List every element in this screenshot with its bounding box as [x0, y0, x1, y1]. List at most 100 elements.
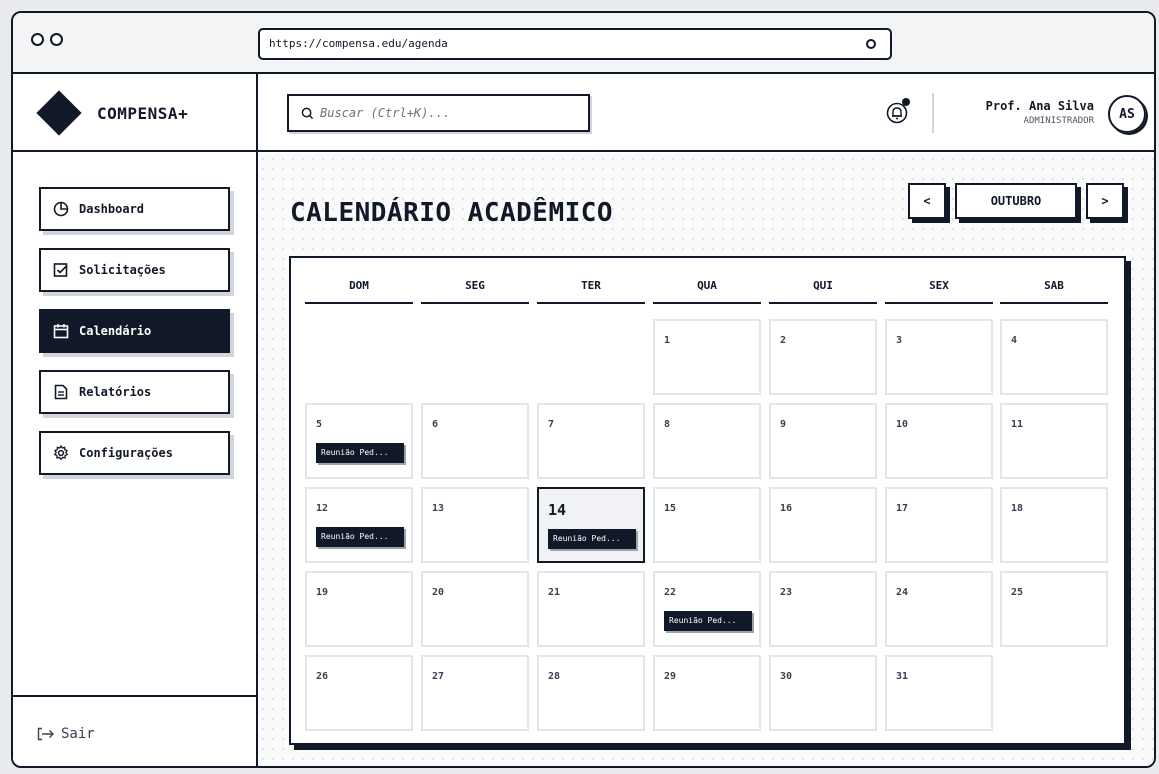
day-cell[interactable]: 23	[769, 571, 877, 647]
day-cell[interactable]: 21	[537, 571, 645, 647]
day-cell[interactable]: 14 Reunião Ped...	[537, 487, 645, 563]
day-number: 5	[316, 419, 323, 430]
pie-chart-icon	[53, 201, 69, 217]
day-number: 31	[896, 671, 909, 682]
day-cell[interactable]: 18	[1000, 487, 1108, 563]
day-number: 8	[664, 419, 671, 430]
day-cell[interactable]: 22 Reunião Ped...	[653, 571, 761, 647]
day-cell[interactable]: 9	[769, 403, 877, 479]
brand-logo[interactable]: COMPENSA+	[13, 76, 256, 152]
day-number: 1	[664, 335, 671, 346]
day-cell[interactable]: 29	[653, 655, 761, 731]
sidebar-item-calendario[interactable]: Calendário	[39, 309, 230, 353]
day-number: 25	[1011, 587, 1024, 598]
url-text: https://compensa.edu/agenda	[269, 37, 448, 50]
sidebar-item-label: Dashboard	[79, 202, 145, 216]
weekday-header: SAB	[1000, 272, 1108, 304]
day-number: 21	[548, 587, 561, 598]
calendar-icon	[53, 324, 69, 339]
day-cell[interactable]: 19	[305, 571, 413, 647]
day-cell[interactable]: 13	[421, 487, 529, 563]
day-number: 2	[780, 335, 787, 346]
day-number: 14	[548, 501, 567, 519]
day-cell[interactable]: 24	[885, 571, 993, 647]
event-chip[interactable]: Reunião Ped...	[664, 611, 752, 631]
day-cell[interactable]: 30	[769, 655, 877, 731]
day-cell[interactable]: 26	[305, 655, 413, 731]
day-number: 27	[432, 671, 445, 682]
day-cell[interactable]: 25	[1000, 571, 1108, 647]
address-bar[interactable]: https://compensa.edu/agenda	[258, 28, 892, 60]
day-cell[interactable]: 2	[769, 319, 877, 395]
sidebar-item-label: Solicitações	[79, 263, 166, 277]
day-cell[interactable]: 1	[653, 319, 761, 395]
page-title: CALENDÁRIO ACADÊMICO	[290, 198, 614, 228]
avatar[interactable]: AS	[1108, 95, 1146, 133]
day-number: 18	[1011, 503, 1024, 514]
gear-icon	[53, 445, 69, 461]
day-cell[interactable]: 7	[537, 403, 645, 479]
day-cell[interactable]: 3	[885, 319, 993, 395]
day-cell[interactable]: 20	[421, 571, 529, 647]
empty-day-cell	[421, 319, 529, 395]
day-number: 17	[896, 503, 909, 514]
month-selector[interactable]: OUTUBRO	[955, 183, 1077, 219]
sidebar-item-configuracoes[interactable]: Configurações	[39, 431, 230, 475]
weekday-header: TER	[537, 272, 645, 304]
day-number: 16	[780, 503, 793, 514]
weekday-header: SEG	[421, 272, 529, 304]
day-number: 7	[548, 419, 555, 430]
event-chip[interactable]: Reunião Ped...	[316, 527, 404, 547]
sidebar-item-relatorios[interactable]: Relatórios	[39, 370, 230, 414]
header-divider	[932, 93, 934, 133]
empty-day-cell	[1000, 655, 1108, 731]
checkbox-icon	[53, 263, 68, 277]
reload-icon[interactable]	[866, 39, 876, 49]
day-number: 3	[896, 335, 903, 346]
main-content: CALENDÁRIO ACADÊMICO < OUTUBRO > DOM SEG T…	[258, 154, 1154, 766]
day-cell[interactable]: 12 Reunião Ped...	[305, 487, 413, 563]
day-number: 4	[1011, 335, 1018, 346]
empty-day-cell	[537, 319, 645, 395]
day-cell[interactable]: 31	[885, 655, 993, 731]
search-input[interactable]: Buscar (Ctrl+K)...	[287, 94, 590, 132]
day-number: 29	[664, 671, 677, 682]
day-cell[interactable]: 27	[421, 655, 529, 731]
day-cell[interactable]: 15	[653, 487, 761, 563]
day-cell[interactable]: 5 Reunião Ped...	[305, 403, 413, 479]
sidebar-item-solicitacoes[interactable]: Solicitações	[39, 248, 230, 292]
search-placeholder: Buscar (Ctrl+K)...	[320, 106, 451, 120]
day-number: 28	[548, 671, 561, 682]
day-cell[interactable]: 4	[1000, 319, 1108, 395]
window-controls	[31, 33, 63, 46]
sidebar: Dashboard Solicitações Calendário Relató…	[13, 154, 256, 766]
user-name: Prof. Ana Silva	[985, 99, 1094, 113]
notification-badge	[902, 98, 910, 106]
document-icon	[54, 384, 68, 400]
day-cell[interactable]: 6	[421, 403, 529, 479]
window-close-dot[interactable]	[31, 33, 44, 46]
weekday-header: DOM	[305, 272, 413, 304]
logout-label: Sair	[61, 725, 95, 742]
day-cell[interactable]: 8	[653, 403, 761, 479]
event-chip[interactable]: Reunião Ped...	[316, 443, 404, 463]
day-cell[interactable]: 17	[885, 487, 993, 563]
sidebar-item-label: Relatórios	[79, 385, 152, 399]
day-cell[interactable]: 10	[885, 403, 993, 479]
day-cell[interactable]: 16	[769, 487, 877, 563]
window-minimize-dot[interactable]	[50, 33, 63, 46]
logout-button[interactable]: Sair	[13, 695, 256, 766]
day-number: 23	[780, 587, 793, 598]
event-chip[interactable]: Reunião Ped...	[548, 529, 636, 549]
day-cell[interactable]: 11	[1000, 403, 1108, 479]
prev-month-button[interactable]: <	[908, 183, 946, 219]
diamond-logo-icon	[36, 90, 82, 136]
day-number: 9	[780, 419, 787, 430]
calendar-grid: DOM SEG TER QUA QUI SEX SAB 1 2 3 4 5 Reunião Ped...…	[289, 256, 1126, 745]
next-month-button[interactable]: >	[1086, 183, 1124, 219]
weekday-header: SEX	[885, 272, 993, 304]
app-window: https://compensa.edu/agenda COMPENSA+ Bu…	[11, 11, 1156, 768]
day-cell[interactable]: 28	[537, 655, 645, 731]
sidebar-item-dashboard[interactable]: Dashboard	[39, 187, 230, 231]
day-number: 11	[1011, 419, 1024, 430]
